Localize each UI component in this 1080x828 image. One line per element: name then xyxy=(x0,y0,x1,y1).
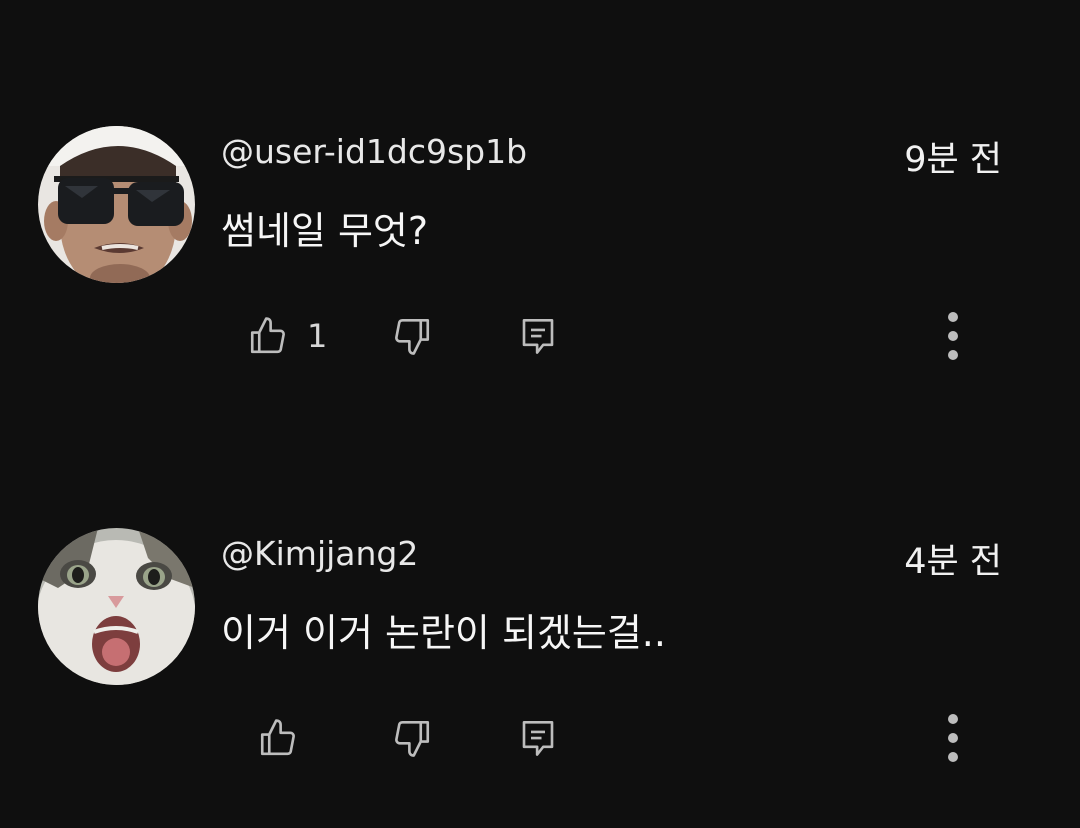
comment-time: 4분 전 xyxy=(904,542,1002,582)
like-button[interactable] xyxy=(256,716,300,760)
more-vertical-icon xyxy=(948,350,958,360)
cat-avatar-image xyxy=(38,528,195,685)
comment-author[interactable]: @user-id1dc9sp1b xyxy=(221,130,527,174)
man-sunglasses-avatar-image xyxy=(38,126,195,283)
more-options-button[interactable] xyxy=(933,306,973,366)
comment-author[interactable]: @Kimjjang2 xyxy=(221,532,418,576)
thumbs-up-icon xyxy=(250,317,285,354)
more-vertical-icon xyxy=(948,331,958,341)
more-vertical-icon xyxy=(948,714,958,724)
comment-text: 이거 이거 논란이 되겠는걸.. xyxy=(221,611,666,655)
more-vertical-icon xyxy=(948,733,958,743)
comment-text: 썸네일 무엇? xyxy=(221,209,429,253)
like-button[interactable] xyxy=(246,314,290,358)
comment-item: @user-id1dc9sp1b 9분 전 썸네일 무엇? 1 xyxy=(0,126,1080,426)
more-vertical-icon xyxy=(948,752,958,762)
dislike-button[interactable] xyxy=(390,716,434,760)
avatar[interactable] xyxy=(38,126,195,283)
comment-actions: 1 xyxy=(0,306,1080,366)
more-options-button[interactable] xyxy=(933,708,973,768)
reply-button[interactable] xyxy=(516,716,560,760)
thumbs-down-icon xyxy=(395,318,430,355)
thumbs-down-icon xyxy=(395,720,430,757)
reply-icon xyxy=(522,318,554,354)
comment-actions xyxy=(0,708,1080,768)
dislike-button[interactable] xyxy=(390,314,434,358)
thumbs-up-icon xyxy=(260,719,295,756)
more-vertical-icon xyxy=(948,312,958,322)
comment-item: @Kimjjang2 4분 전 이거 이거 논란이 되겠는걸.. xyxy=(0,528,1080,828)
reply-icon xyxy=(522,720,554,756)
like-count: 1 xyxy=(307,317,328,355)
reply-button[interactable] xyxy=(516,314,560,358)
comment-time: 9분 전 xyxy=(904,140,1002,180)
avatar[interactable] xyxy=(38,528,195,685)
